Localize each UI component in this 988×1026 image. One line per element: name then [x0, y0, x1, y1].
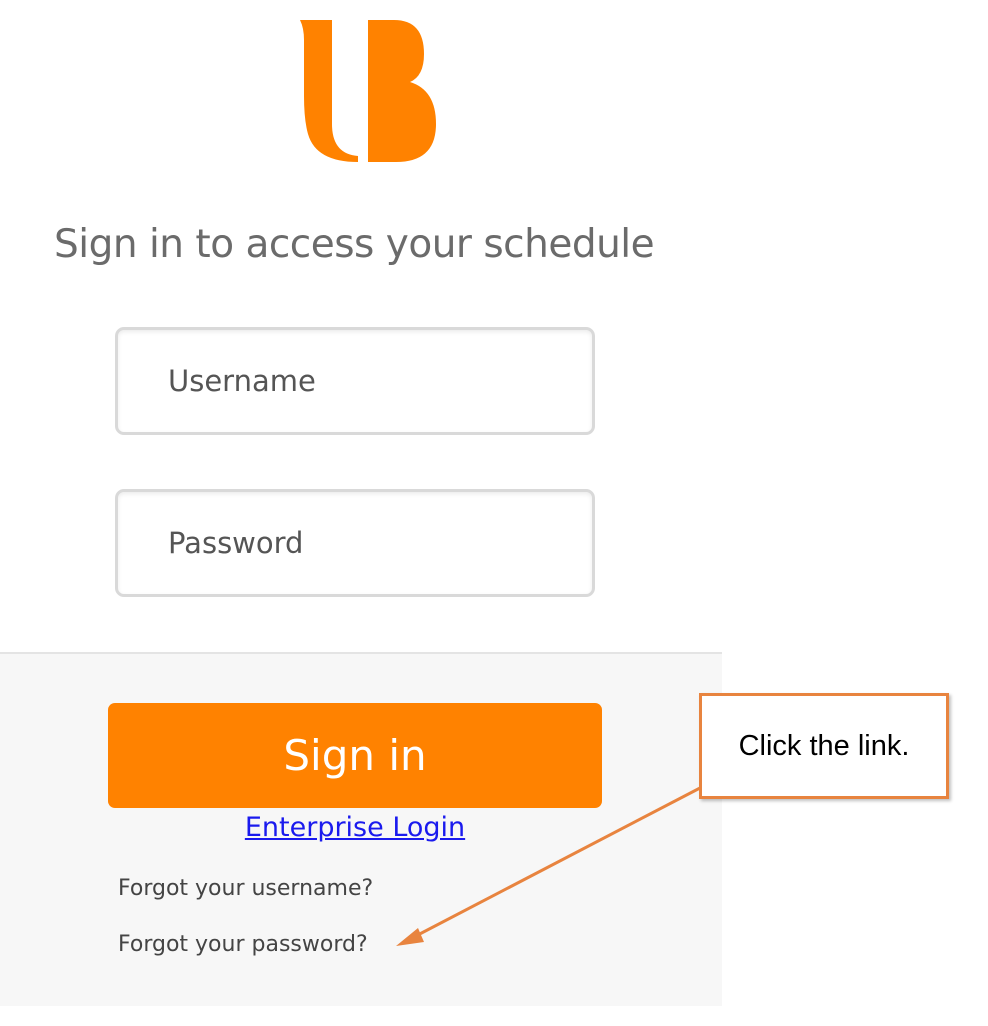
username-input[interactable]	[115, 327, 595, 435]
password-input[interactable]	[115, 489, 595, 597]
annotation-callout: Click the link.	[699, 693, 949, 799]
forgot-username-link[interactable]: Forgot your username?	[118, 876, 373, 901]
callout-text: Click the link.	[738, 729, 910, 762]
sign-in-button[interactable]: Sign in	[108, 703, 602, 808]
forgot-password-link[interactable]: Forgot your password?	[118, 932, 368, 957]
letter-b-logo-icon	[300, 20, 436, 162]
enterprise-login-link[interactable]: Enterprise Login	[0, 812, 710, 843]
page-title: Sign in to access your schedule	[54, 222, 655, 267]
